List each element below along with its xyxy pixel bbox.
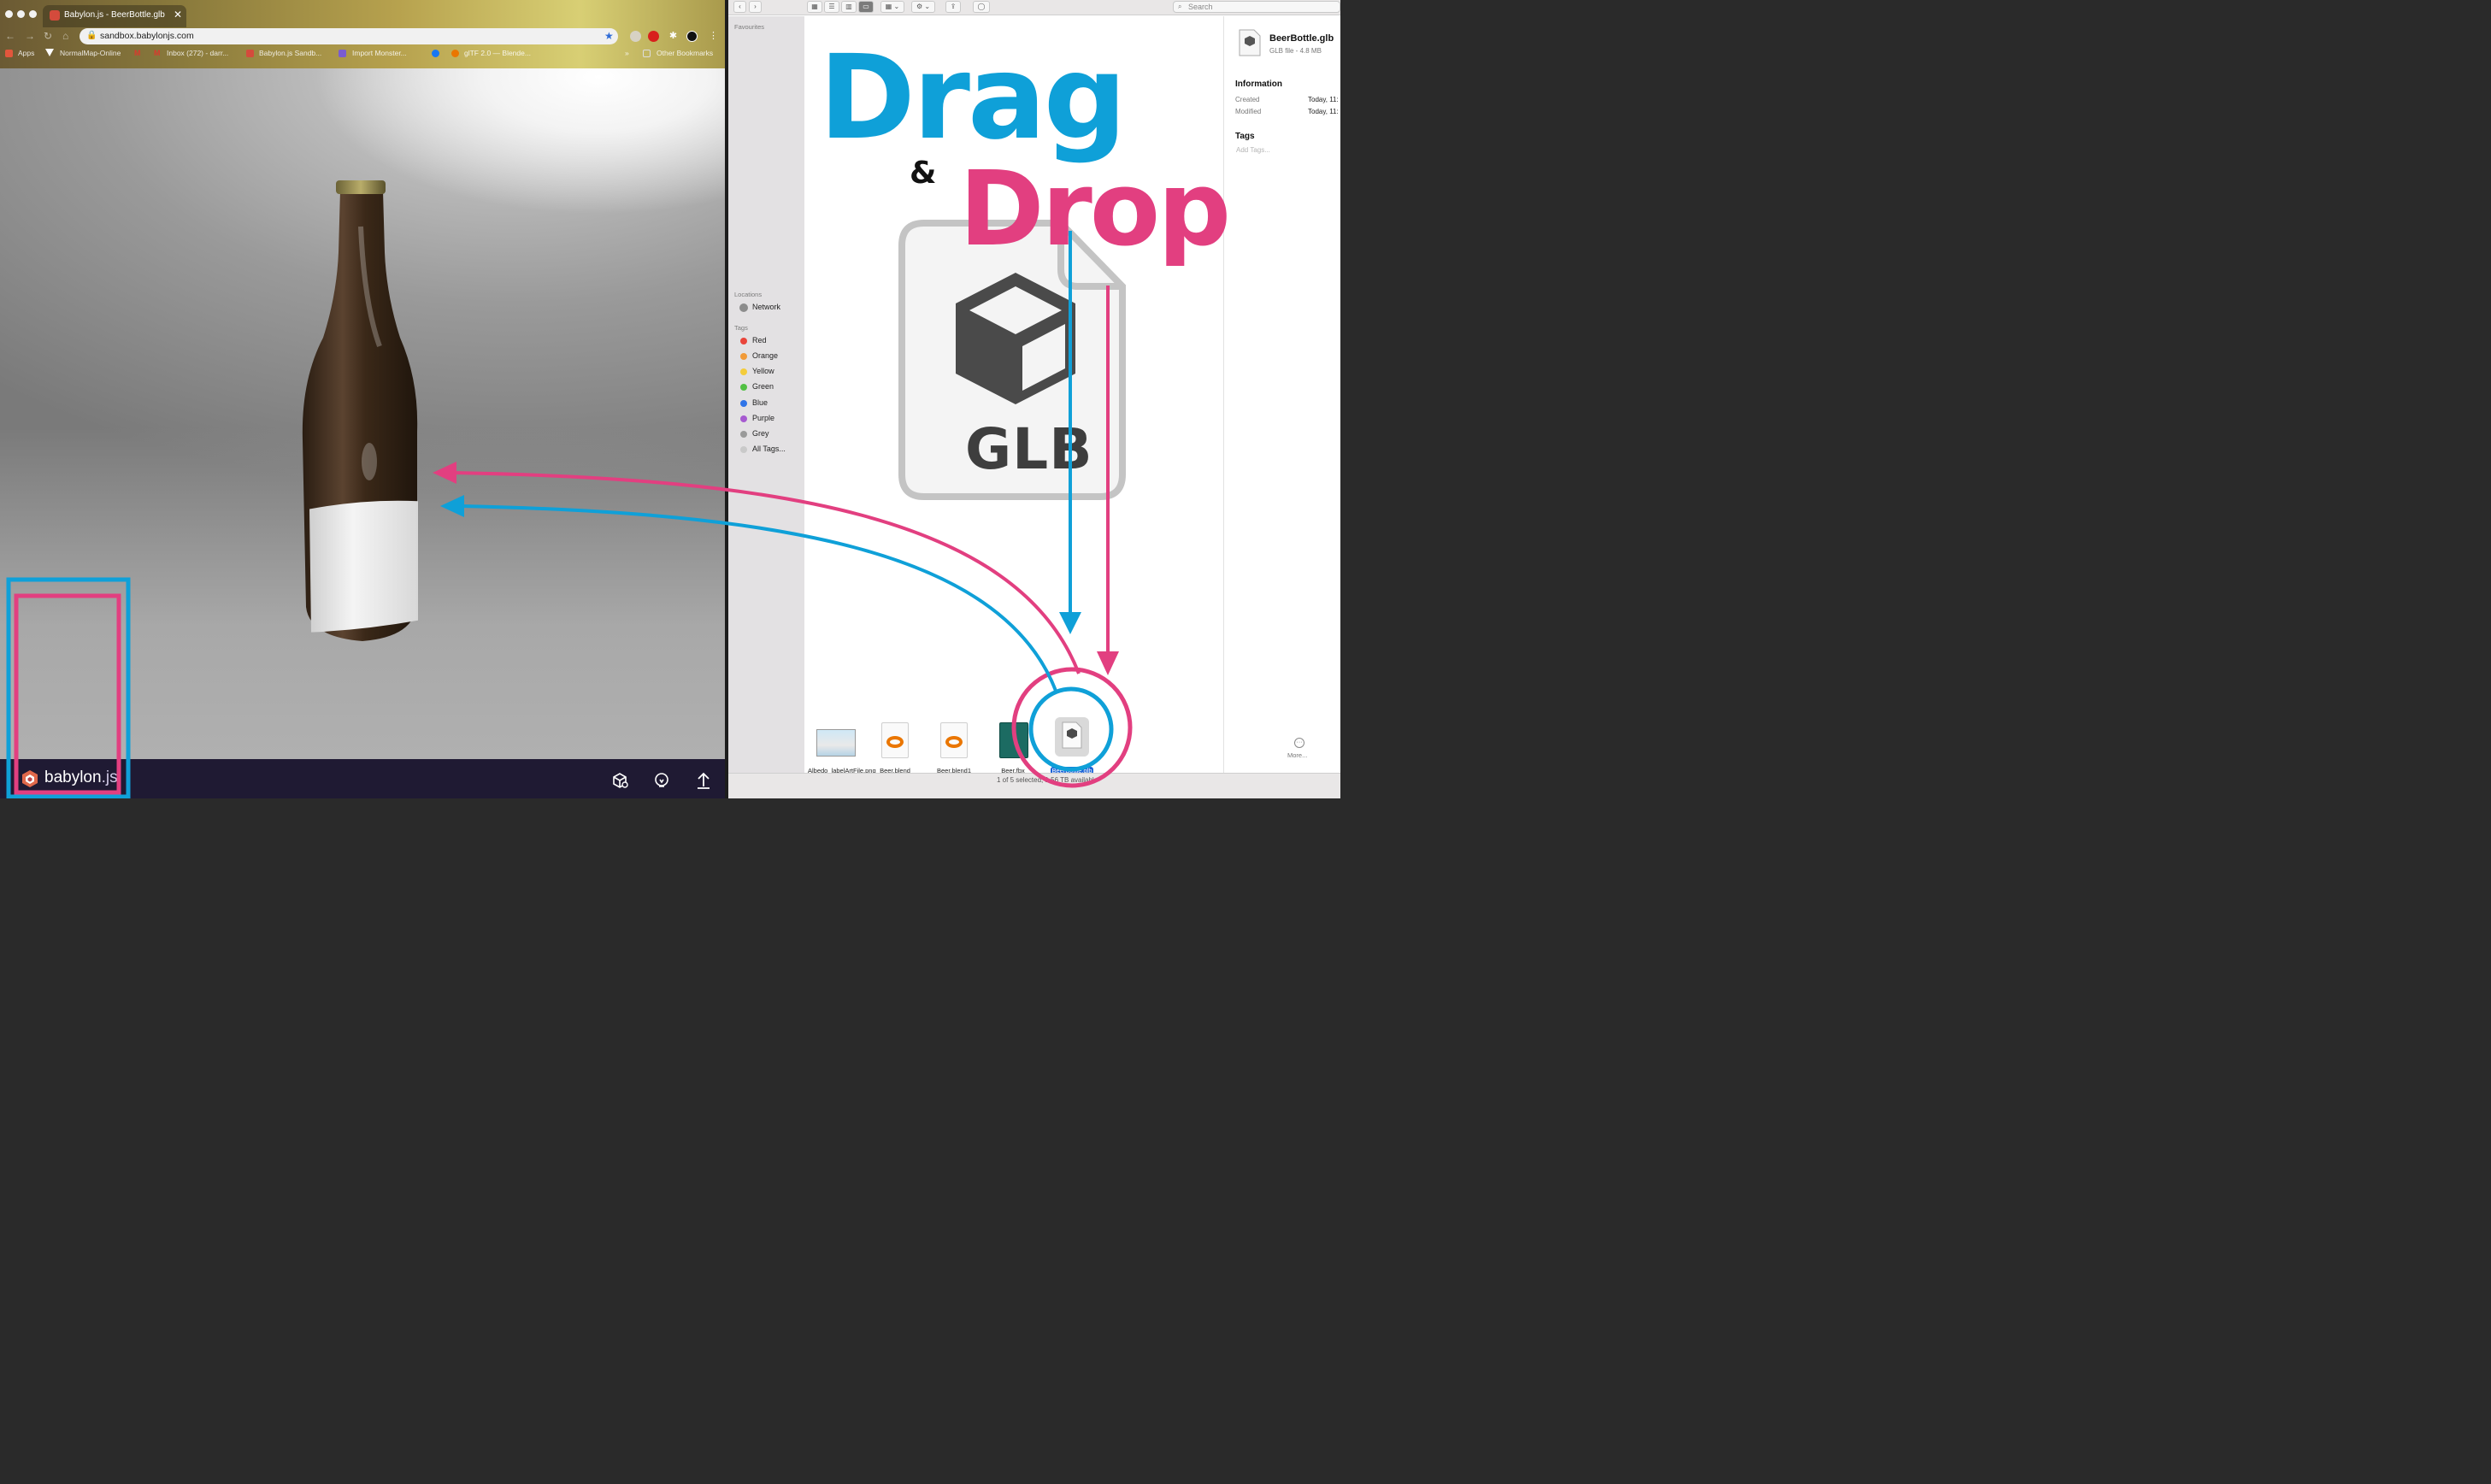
pink-highlight-box: [14, 593, 121, 795]
blue-highlight-box: [6, 577, 131, 798]
drag-drop-arrows: [6, 231, 1133, 798]
